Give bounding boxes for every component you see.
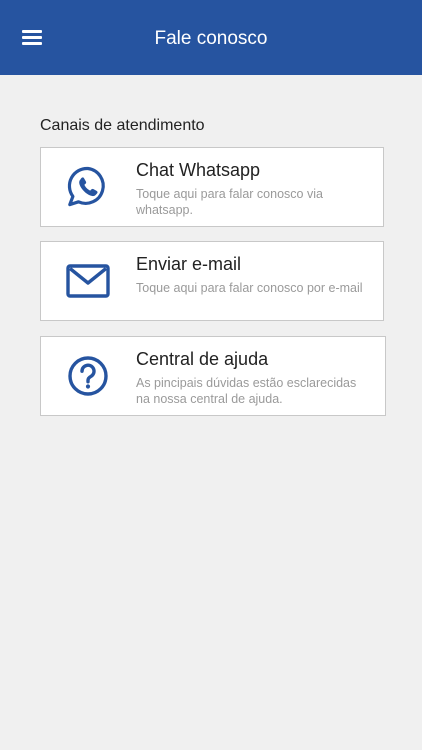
channel-description: Toque aqui para falar conosco via whatsa… [136,187,323,217]
app-bar: Fale conosco [0,0,422,75]
help-center-channel-card[interactable]: Central de ajuda As pincipais dúvidas es… [40,336,386,416]
section-label: Canais de atendimento [40,117,205,134]
question-circle-icon [68,356,108,396]
channel-title: Enviar e-mail [136,254,242,274]
channel-description: Toque aqui para falar conosco por e-mail [136,281,363,295]
envelope-icon [66,264,110,298]
channel-title: Central de ajuda [136,349,269,369]
email-channel-card[interactable]: Enviar e-mail Toque aqui para falar cono… [40,241,384,321]
whatsapp-channel-card[interactable]: Chat Whatsapp Toque aqui para falar cono… [40,147,384,227]
channel-title: Chat Whatsapp [136,160,261,180]
page-title: Fale conosco [154,28,268,49]
channel-description: As pincipais dúvidas estão esclarecidas … [136,376,357,406]
whatsapp-icon [67,166,105,207]
